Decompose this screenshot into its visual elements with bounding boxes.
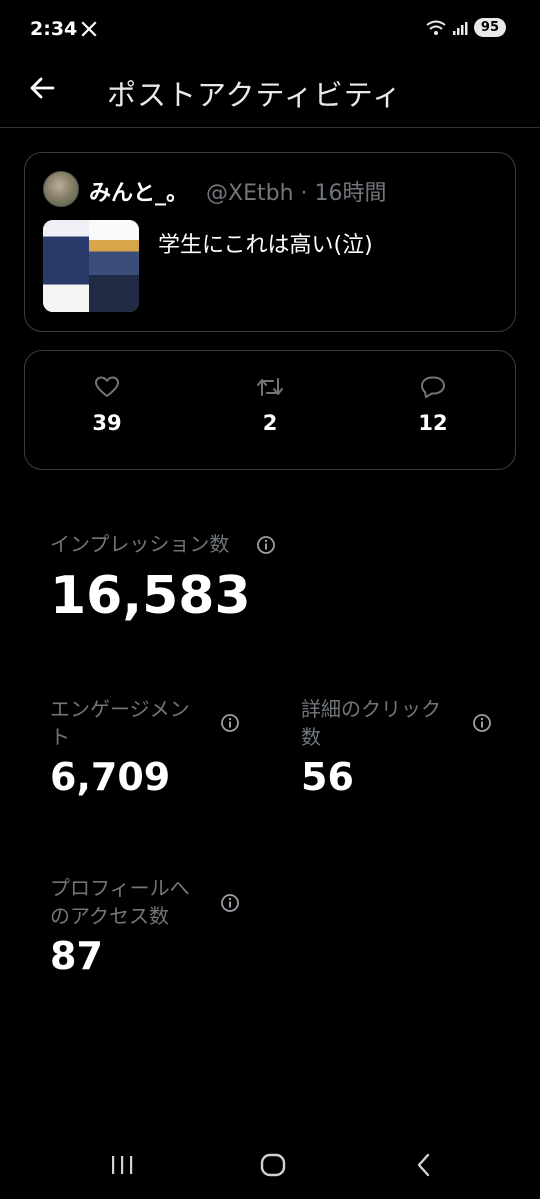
post-author-line: みんと_。 @XEtbh · 16時間 bbox=[89, 175, 387, 207]
engagements-metric: エンゲージメン ト 6,709 bbox=[50, 695, 190, 799]
impressions-metric: インプレッション数 16,583 bbox=[50, 530, 251, 626]
profile-visits-metric: プロフィールへ のアクセス数 87 bbox=[50, 874, 190, 978]
engagements-value: 6,709 bbox=[50, 755, 171, 799]
home-icon bbox=[260, 1153, 286, 1177]
replies-count: 12 bbox=[418, 411, 448, 435]
engagements-label-line2: ト bbox=[50, 725, 70, 749]
post-preview-card[interactable]: みんと_。 @XEtbh · 16時間 学生にこれは高い(泣) bbox=[24, 152, 516, 332]
repost-icon bbox=[257, 378, 283, 396]
thumbnail-left-image bbox=[43, 220, 89, 312]
top-app-bar: ポストアクティビティ bbox=[0, 60, 540, 128]
impressions-value: 16,583 bbox=[50, 566, 251, 626]
reposts-count: 2 bbox=[262, 411, 278, 435]
post-text: 学生にこれは高い(泣) bbox=[158, 233, 373, 258]
x-logo-icon bbox=[81, 21, 97, 37]
thumbnail-right-image bbox=[89, 220, 139, 312]
detail-clicks-metric: 詳細のクリック 数 56 bbox=[301, 695, 441, 799]
reply-bubble-icon bbox=[421, 376, 445, 398]
engagements-label-line1: エンゲージメン bbox=[50, 697, 190, 721]
post-image-thumbnail[interactable] bbox=[43, 220, 139, 312]
home-button[interactable] bbox=[249, 1141, 297, 1189]
battery-indicator: 95 bbox=[473, 18, 506, 37]
status-time: 2:34 bbox=[30, 18, 78, 40]
profile-visits-label-line2: のアクセス数 bbox=[50, 904, 169, 928]
info-icon[interactable] bbox=[256, 535, 276, 555]
system-navigation-bar bbox=[0, 1131, 540, 1199]
heart-icon bbox=[95, 376, 119, 397]
detail-clicks-label-line2: 数 bbox=[301, 725, 321, 749]
likes-count: 39 bbox=[92, 411, 122, 435]
impressions-label: インプレッション数 bbox=[50, 532, 230, 556]
info-icon[interactable] bbox=[220, 893, 240, 913]
avatar[interactable] bbox=[43, 171, 79, 207]
arrow-left-icon bbox=[30, 77, 55, 99]
wifi-icon bbox=[426, 20, 446, 35]
detail-clicks-label-line1: 詳細のクリック bbox=[301, 697, 441, 721]
chevron-left-icon bbox=[417, 1153, 430, 1177]
engagement-summary-card: 39 2 12 bbox=[24, 350, 516, 470]
reposts-stat[interactable]: 2 bbox=[230, 375, 310, 435]
back-nav-button[interactable] bbox=[400, 1141, 448, 1189]
replies-stat[interactable]: 12 bbox=[393, 375, 473, 435]
back-button[interactable] bbox=[24, 70, 60, 106]
status-icons: 95 bbox=[426, 18, 506, 37]
page-title: ポストアクティビティ bbox=[107, 78, 403, 112]
display-name: みんと_。 bbox=[89, 181, 189, 206]
profile-visits-value: 87 bbox=[50, 934, 103, 978]
info-icon[interactable] bbox=[220, 713, 240, 733]
post-activity-screen: 2:34 95 ポストアクティビティ みんと_。 @XEtbh · 16時間 学… bbox=[0, 0, 540, 1199]
signal-icon bbox=[452, 21, 468, 35]
recent-apps-icon bbox=[112, 1156, 133, 1174]
handle-and-time: @XEtbh · 16時間 bbox=[206, 181, 387, 206]
likes-stat[interactable]: 39 bbox=[67, 375, 147, 435]
profile-visits-label-line1: プロフィールへ bbox=[50, 876, 190, 900]
status-bar: 2:34 95 bbox=[0, 0, 540, 60]
detail-clicks-value: 56 bbox=[301, 755, 354, 799]
info-icon[interactable] bbox=[472, 713, 492, 733]
recent-apps-button[interactable] bbox=[98, 1141, 146, 1189]
